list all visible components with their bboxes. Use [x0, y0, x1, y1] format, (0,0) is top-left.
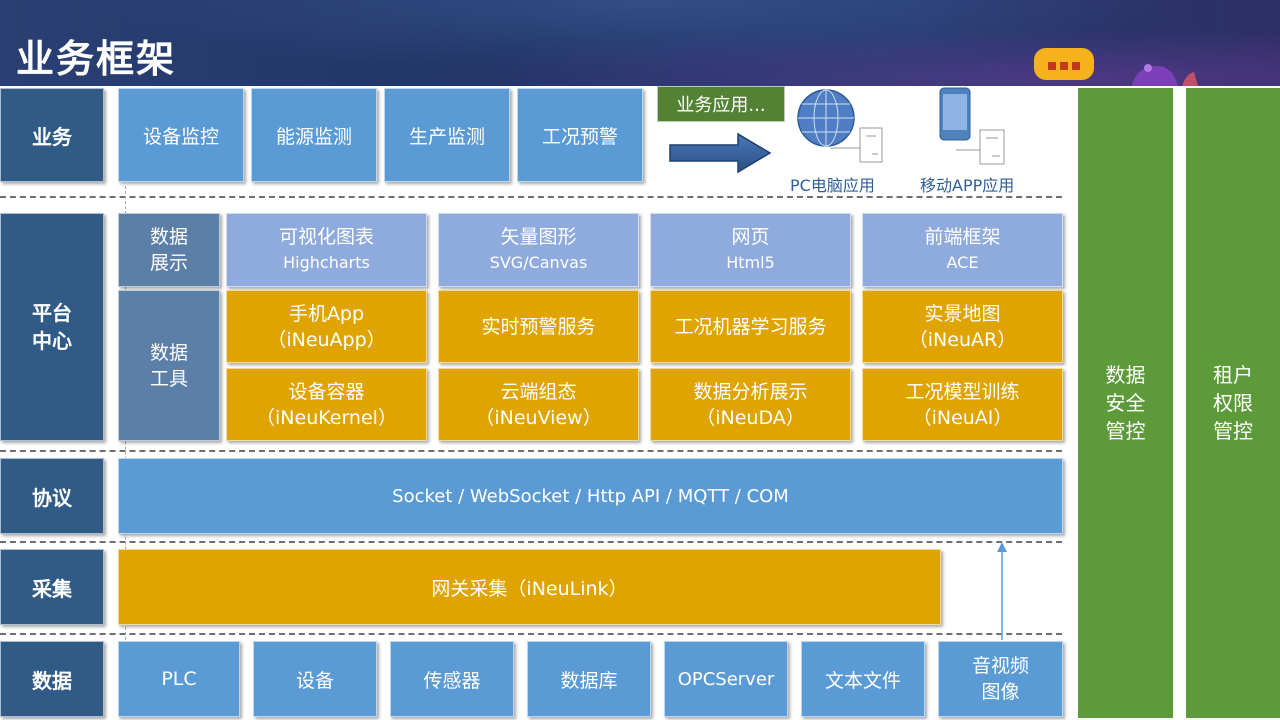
tool-item-sub: （iNeuAI） — [912, 406, 1013, 429]
protocol-bar: Socket / WebSocket / Http API / MQTT / C… — [118, 458, 1063, 534]
tenant-permission-column: 租户 权限 管控 — [1186, 88, 1280, 718]
tool-item-sub: （iNeuView） — [475, 406, 602, 429]
display-item: 矢量图形 SVG/Canvas — [438, 213, 639, 287]
display-item-sub: SVG/Canvas — [489, 253, 588, 272]
tool-item: 实时预警服务 — [438, 290, 639, 363]
layer-label-business: 业务 — [0, 88, 104, 182]
business-item: 工况预警 — [517, 88, 643, 182]
tool-item-sub: （iNeuKernel） — [256, 406, 397, 429]
page-title: 业务框架 — [16, 37, 177, 81]
layer-divider — [0, 450, 1062, 452]
mobile-phone-icon — [939, 87, 1005, 165]
layer-label-collect: 采集 — [0, 549, 104, 625]
data-source-item: 音视频 图像 — [938, 641, 1063, 717]
display-item-sub: ACE — [946, 253, 979, 272]
data-source-item: 文本文件 — [801, 641, 925, 717]
data-tools-label: 数据 工具 — [118, 290, 220, 441]
tool-item-sub: （iNeuApp） — [267, 328, 386, 351]
tool-item: 设备容器 （iNeuKernel） — [226, 368, 427, 441]
arrow-right-icon — [669, 132, 772, 174]
gateway-collect-bar: 网关采集（iNeuLink） — [118, 549, 941, 625]
display-item-sub: Highcharts — [283, 253, 370, 272]
robot-mascot-icon — [1132, 64, 1198, 86]
business-item: 设备监控 — [118, 88, 244, 182]
arrow-up-icon — [997, 542, 1007, 640]
tool-item-title: 工况机器学习服务 — [674, 315, 827, 338]
tool-item-title: 手机App — [288, 302, 365, 325]
data-security-column: 数据 安全 管控 — [1078, 88, 1173, 718]
data-source-item: 传感器 — [390, 641, 514, 717]
tool-item: 数据分析展示 （iNeuDA） — [650, 368, 851, 441]
display-item-title: 可视化图表 — [278, 226, 374, 248]
data-source-item: PLC — [118, 641, 240, 717]
tool-item-sub: （iNeuAR） — [908, 328, 1017, 351]
tool-item-title: 云端组态 — [500, 380, 577, 403]
chat-bubble-icon — [1034, 48, 1094, 80]
data-source-item: 设备 — [253, 641, 377, 717]
globe-icon — [797, 89, 883, 163]
display-item-sub: Html5 — [726, 253, 775, 272]
pc-app-label: PC电脑应用 — [790, 176, 875, 195]
tool-item-sub: （iNeuDA） — [696, 406, 805, 429]
tool-item: 手机App （iNeuApp） — [226, 290, 427, 363]
layer-label-protocol: 协议 — [0, 458, 104, 534]
mobile-app-label: 移动APP应用 — [920, 176, 1015, 195]
tool-item: 工况模型训练 （iNeuAI） — [862, 368, 1063, 441]
data-display-label: 数据 展示 — [118, 213, 220, 287]
layer-divider — [0, 196, 1062, 198]
display-item-title: 矢量图形 — [500, 226, 577, 248]
layer-divider — [0, 633, 1062, 635]
display-item-title: 前端框架 — [924, 226, 1001, 248]
tool-item-title: 工况模型训练 — [905, 380, 1020, 403]
layer-label-data: 数据 — [0, 641, 104, 717]
layer-divider — [0, 541, 1062, 543]
display-item: 网页 Html5 — [650, 213, 851, 287]
tool-item-title: 设备容器 — [288, 380, 365, 403]
business-item: 能源监测 — [251, 88, 377, 182]
tool-item-title: 实时预警服务 — [481, 315, 596, 338]
tool-item: 云端组态 （iNeuView） — [438, 368, 639, 441]
tool-item: 工况机器学习服务 — [650, 290, 851, 363]
data-source-item: OPCServer — [664, 641, 788, 717]
business-app-banner: 业务应用... — [657, 86, 785, 122]
display-item: 可视化图表 Highcharts — [226, 213, 427, 287]
display-item: 前端框架 ACE — [862, 213, 1063, 287]
display-item-title: 网页 — [731, 226, 770, 248]
layer-label-platform: 平台 中心 — [0, 213, 104, 441]
data-source-item: 数据库 — [527, 641, 651, 717]
tool-item-title: 实景地图 — [924, 302, 1001, 325]
tool-item-title: 数据分析展示 — [693, 380, 808, 403]
business-item: 生产监测 — [384, 88, 510, 182]
tool-item: 实景地图 （iNeuAR） — [862, 290, 1063, 363]
